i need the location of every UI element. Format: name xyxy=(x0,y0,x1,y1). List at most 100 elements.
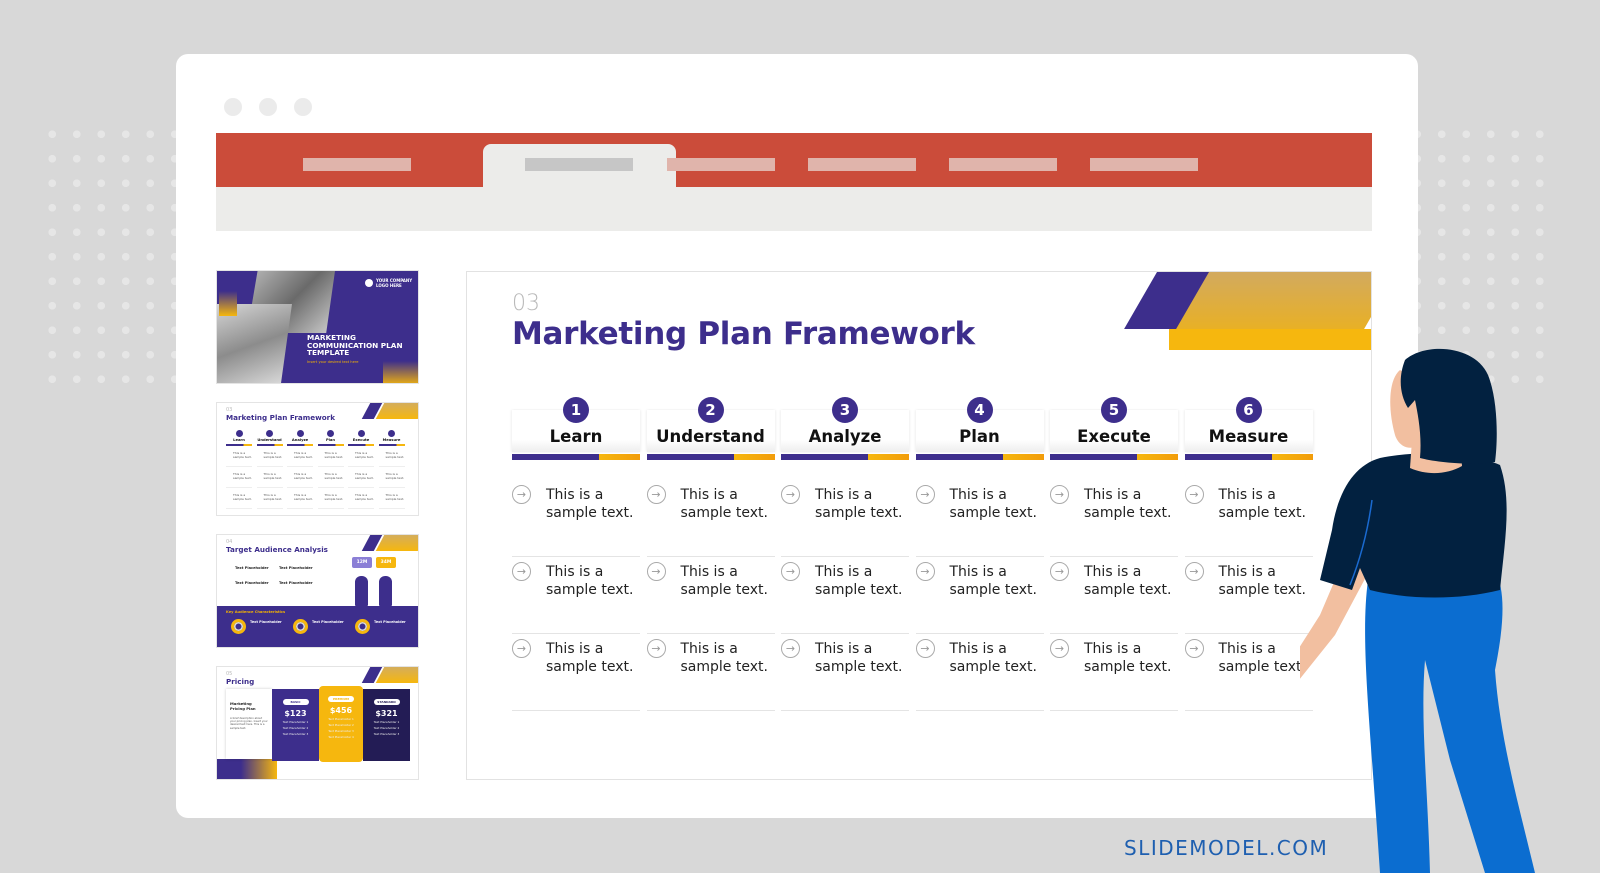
ribbon-tab[interactable] xyxy=(949,158,1057,171)
woman-illustration xyxy=(1300,348,1535,873)
pricing-card-standard: STANDARD $321 Text Placeholder 1 Text Pl… xyxy=(363,689,410,761)
placeholder-text: Text Placeholder xyxy=(279,566,313,570)
slide-thumbnail-2[interactable]: 03 Marketing Plan Framework Learn This i… xyxy=(216,402,419,516)
toolbar xyxy=(216,187,1372,231)
ribbon-tab[interactable] xyxy=(1090,158,1198,171)
ribbon-tab-active[interactable] xyxy=(483,144,676,188)
slide-thumbnail-4[interactable]: 05 Pricing Marketing Pricing Plan A brie… xyxy=(216,666,419,780)
audience-tag: 34M xyxy=(376,557,396,568)
main-slide[interactable]: 03 Marketing Plan Framework 1 Learn → Th… xyxy=(466,271,1372,780)
column-title: Plan xyxy=(959,427,1000,446)
cell-text: This is a sample text. xyxy=(1084,564,1172,598)
logo-text: YOUR COMPANY LOGO HERE xyxy=(376,278,413,288)
framework-cell: → This is a sample text. xyxy=(781,632,909,711)
cell-text: This is a sample text. xyxy=(1218,564,1306,598)
audience-tag: 12M xyxy=(352,557,372,568)
arrow-right-circle-icon: → xyxy=(915,562,935,581)
step-number-badge: 1 xyxy=(563,397,589,423)
framework-cell: → This is a sample text. xyxy=(781,478,909,557)
column-accent-bar xyxy=(646,454,775,460)
cell-text: This is a sample text. xyxy=(546,641,634,675)
cell-text: This is a sample text. xyxy=(1084,487,1172,521)
brand-watermark: SLIDEMODEL.COM xyxy=(1124,836,1329,860)
column-header: 6 Measure xyxy=(1184,392,1313,452)
framework-column-analyze: 3 Analyze → This is a sample text. → Thi… xyxy=(781,392,909,711)
pricing-side-title: Marketing Pricing Plan xyxy=(230,701,256,711)
placeholder-text: Text Placeholder xyxy=(235,581,269,585)
column-accent-bar xyxy=(781,454,909,460)
pants xyxy=(1365,570,1535,873)
female-figure-icon xyxy=(379,576,392,606)
cell-text: This is a sample text. xyxy=(949,641,1037,675)
column-title: Measure xyxy=(1208,427,1289,446)
arrow-right-circle-icon: → xyxy=(512,485,531,504)
thumbnail-subtitle: Insert your desired text here xyxy=(307,360,359,364)
thumbnail-photo xyxy=(217,304,292,383)
framework-column-execute: 5 Execute → This is a sample text. → Thi… xyxy=(1050,392,1178,711)
cell-text: This is a sample text. xyxy=(546,487,634,521)
framework-cell: → This is a sample text. xyxy=(1184,555,1313,634)
framework-column-understand: 2 Understand → This is a sample text. → … xyxy=(646,392,775,711)
arrow-right-circle-icon: → xyxy=(1050,639,1069,658)
framework-cell: → This is a sample text. xyxy=(1184,478,1313,557)
step-number-badge: 5 xyxy=(1101,397,1127,423)
arrow-right-circle-icon: → xyxy=(915,639,935,658)
cell-text: This is a sample text. xyxy=(1218,487,1306,521)
framework-cell: → This is a sample text. xyxy=(646,555,775,634)
framework-cell: → This is a sample text. xyxy=(512,632,640,711)
mini-column: Learn This is a sample text. This is a s… xyxy=(226,430,252,509)
slide-thumbnail-3[interactable]: 04 Target Audience Analysis Text Placeho… xyxy=(216,534,419,648)
cell-text: This is a sample text. xyxy=(1084,641,1172,675)
framework-cell: → This is a sample text. xyxy=(646,478,775,557)
pricing-side-text: A brief description about your pricing p… xyxy=(230,717,268,730)
ring-label: Text Placeholder xyxy=(312,620,344,624)
arrow-right-circle-icon: → xyxy=(1184,485,1204,504)
slide-thumbnail-1[interactable]: YOUR COMPANY LOGO HERE MARKETING COMMUNI… xyxy=(216,270,419,384)
cell-text: This is a sample text. xyxy=(680,641,768,675)
app-window: YOUR COMPANY LOGO HERE MARKETING COMMUNI… xyxy=(176,54,1418,818)
arrow-right-circle-icon: → xyxy=(646,485,666,504)
cell-text: This is a sample text. xyxy=(815,641,903,675)
framework-cell: → This is a sample text. xyxy=(1050,555,1178,634)
ribbon-tab[interactable] xyxy=(667,158,775,171)
ribbon-tab[interactable] xyxy=(808,158,916,171)
window-close-button[interactable] xyxy=(224,98,242,116)
column-header: 4 Plan xyxy=(915,392,1044,452)
mini-column: Execute This is a sample text. This is a… xyxy=(348,430,374,509)
cell-text: This is a sample text. xyxy=(949,564,1037,598)
arrow-right-circle-icon: → xyxy=(781,639,800,658)
column-accent-bar xyxy=(915,454,1044,460)
placeholder-text: Text Placeholder xyxy=(279,581,313,585)
arrow-right-circle-icon: → xyxy=(1050,485,1069,504)
ribbon-tab[interactable] xyxy=(303,158,411,171)
step-number-badge: 4 xyxy=(966,397,993,423)
window-maximize-button[interactable] xyxy=(294,98,312,116)
cell-text: This is a sample text. xyxy=(949,487,1037,521)
cell-text: This is a sample text. xyxy=(815,564,903,598)
cell-text: This is a sample text. xyxy=(680,564,768,598)
arrow-right-circle-icon: → xyxy=(646,562,666,581)
column-title: Learn xyxy=(549,427,603,446)
mini-column: Plan This is a sample text. This is a sa… xyxy=(317,430,344,509)
slide-number: 03 xyxy=(512,291,540,316)
step-number-badge: 2 xyxy=(697,397,724,423)
arrow-right-circle-icon: → xyxy=(1184,639,1204,658)
window-minimize-button[interactable] xyxy=(259,98,277,116)
dot-pattern-left xyxy=(40,122,186,392)
framework-column-plan: 4 Plan → This is a sample text. → This i… xyxy=(915,392,1044,711)
cell-text: This is a sample text. xyxy=(1218,641,1306,675)
arrow-right-circle-icon: → xyxy=(781,485,800,504)
arrow-right-circle-icon: → xyxy=(512,562,531,581)
framework-cell: → This is a sample text. xyxy=(915,632,1044,711)
pricing-card-basic: BASIC $123 Text Placeholder 1 Text Place… xyxy=(272,689,319,761)
step-number-badge: 6 xyxy=(1235,397,1262,423)
mini-column: Understand This is a sample text. This i… xyxy=(256,430,283,509)
ribbon-bar xyxy=(216,133,1372,188)
pricing-card-premium: PREMIUM $456 Text Placeholder 1 Text Pla… xyxy=(319,686,363,762)
thumbnail-title: Pricing xyxy=(226,677,255,686)
progress-ring xyxy=(231,619,246,634)
framework-cell: → This is a sample text. xyxy=(512,555,640,634)
column-title: Understand xyxy=(656,427,765,446)
column-header: 5 Execute xyxy=(1050,392,1178,452)
cell-text: This is a sample text. xyxy=(546,564,634,598)
